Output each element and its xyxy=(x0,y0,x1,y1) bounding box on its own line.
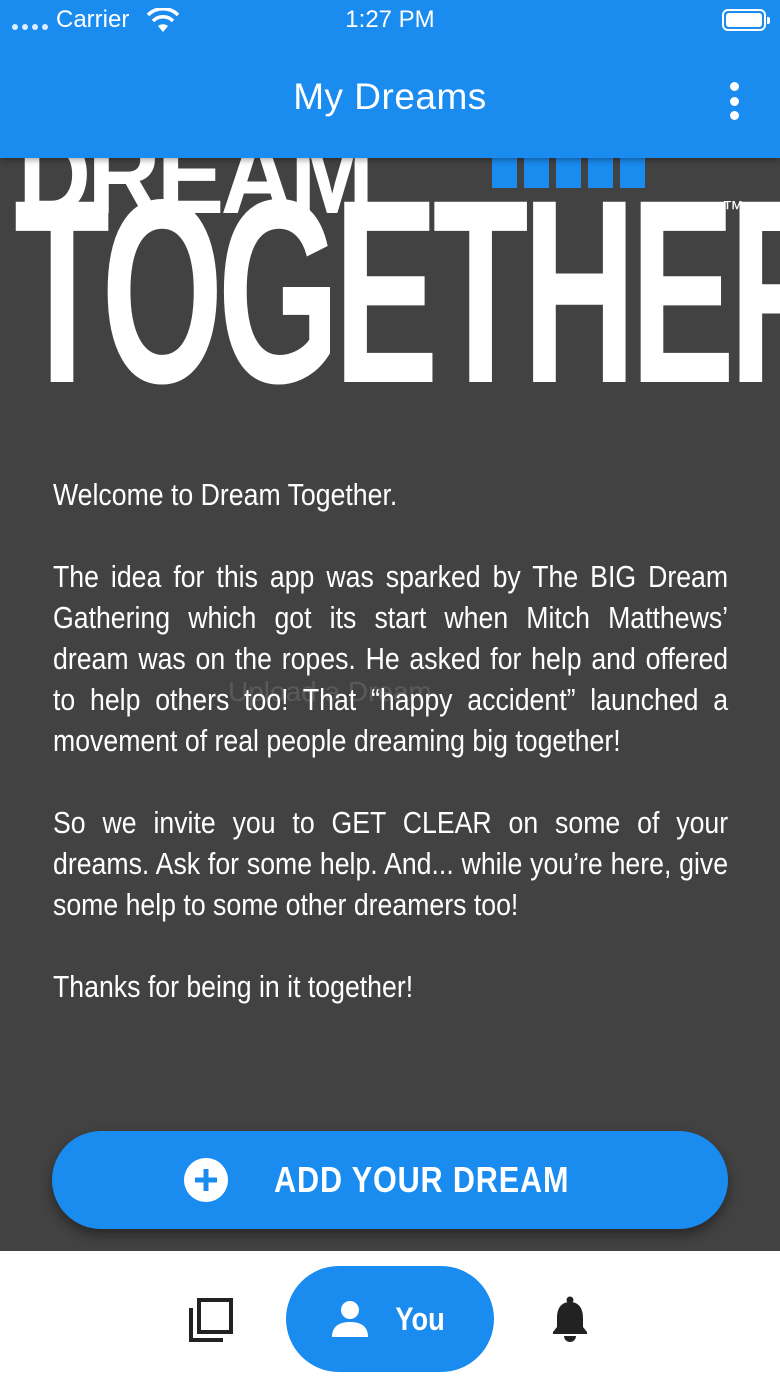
person-icon xyxy=(331,1301,368,1337)
copy-stack-icon xyxy=(189,1298,233,1342)
nav-you-tab[interactable]: You xyxy=(286,1266,494,1372)
plus-circle-icon xyxy=(184,1158,229,1202)
battery-icon xyxy=(722,9,770,31)
dream-together-logo: DREAM TOGETHER ™ xyxy=(0,158,780,418)
nav-you-label: You xyxy=(395,1300,445,1337)
nav-dreams-tab[interactable] xyxy=(180,1289,242,1351)
welcome-paragraph: Welcome to Dream Together. xyxy=(53,477,398,512)
bell-icon xyxy=(553,1296,587,1342)
more-vertical-icon[interactable] xyxy=(722,82,746,120)
thanks-paragraph: Thanks for being in it together! xyxy=(53,969,414,1004)
nav-notifications-tab[interactable] xyxy=(545,1293,595,1345)
app-header: Carrier 1:27 PM My Dreams xyxy=(0,0,780,158)
add-your-dream-label: ADD YOUR DREAM xyxy=(274,1159,570,1200)
bottom-nav: You xyxy=(0,1251,780,1387)
trademark-symbol: ™ xyxy=(722,196,744,221)
page-title: My Dreams xyxy=(293,76,487,117)
logo-main-word: TOGETHER xyxy=(14,158,780,419)
status-bar: Carrier 1:27 PM xyxy=(0,0,780,42)
add-your-dream-button[interactable]: ADD YOUR DREAM xyxy=(52,1131,728,1229)
invite-paragraph: So we invite you to GET CLEAR on some of… xyxy=(53,805,729,922)
status-time: 1:27 PM xyxy=(345,6,435,33)
welcome-text: Welcome to Dream Together. The idea for … xyxy=(53,474,728,1048)
origin-paragraph: The idea for this app was sparked by The… xyxy=(53,559,729,758)
